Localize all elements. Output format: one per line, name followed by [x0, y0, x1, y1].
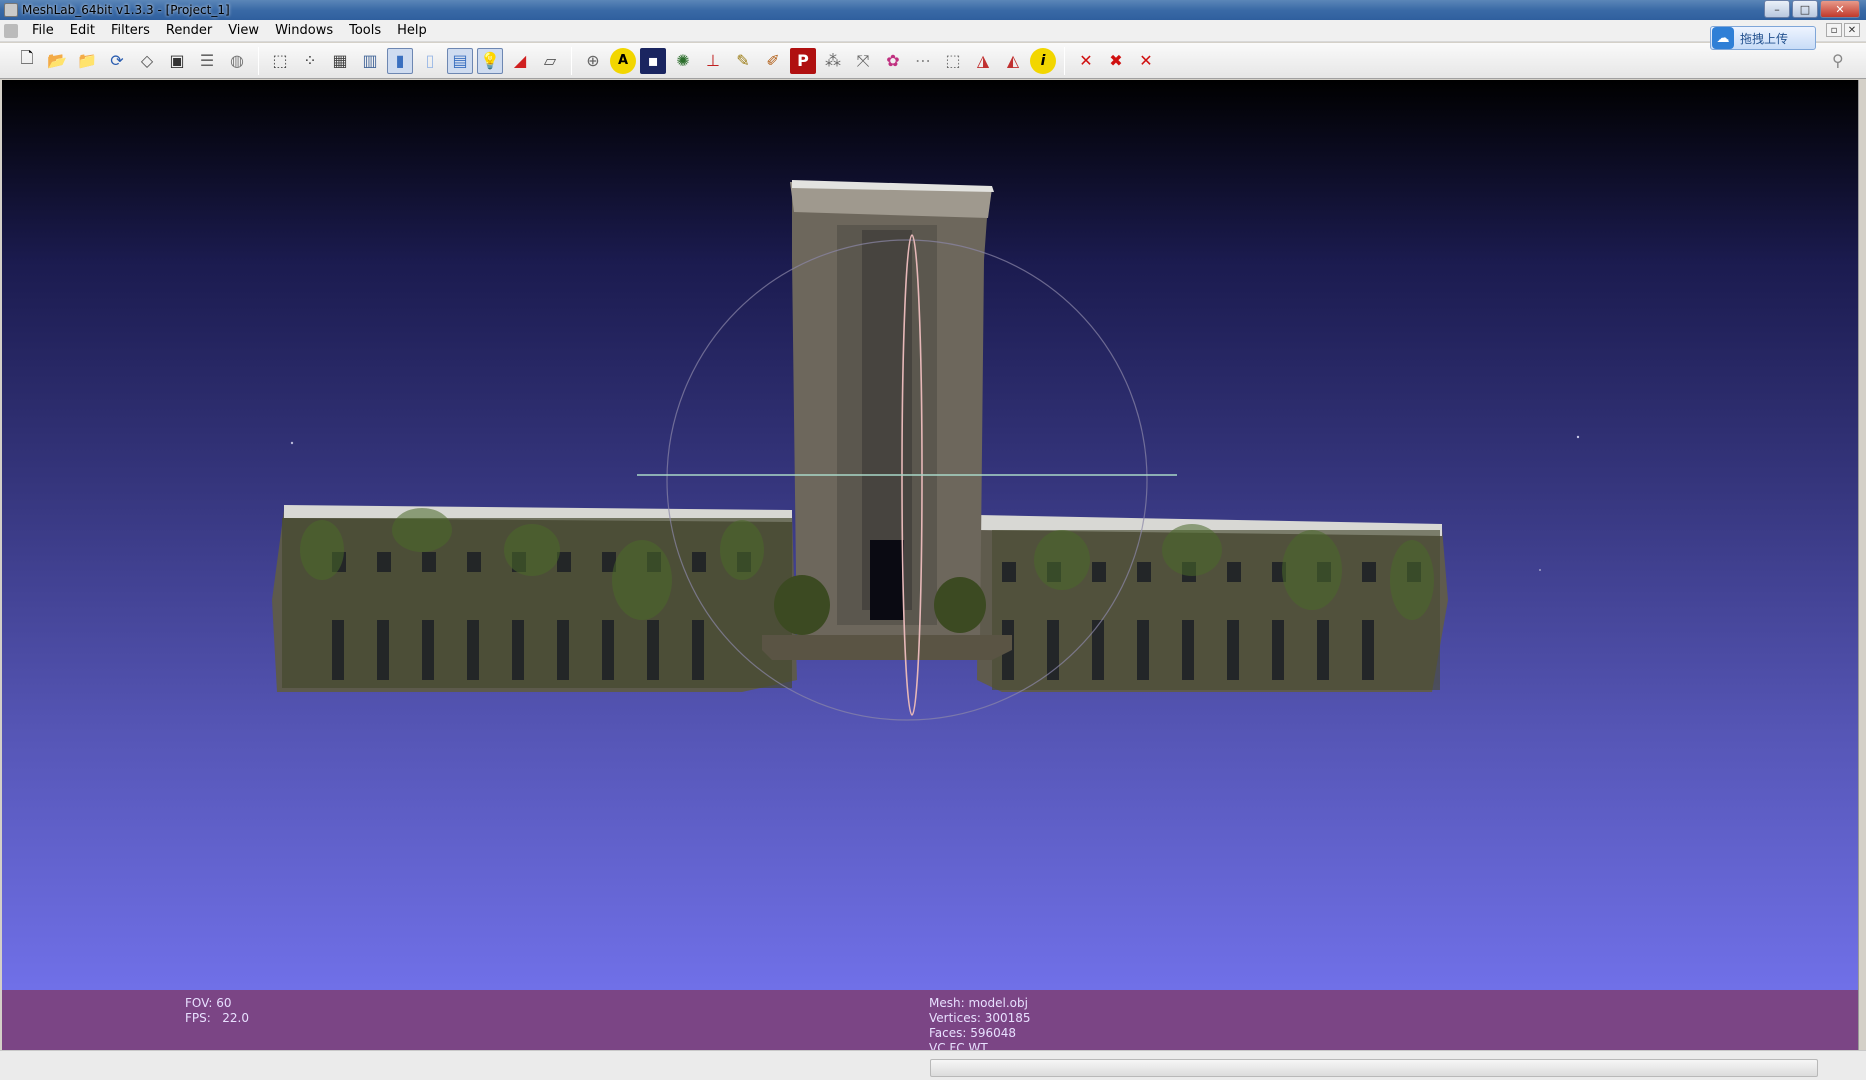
menu-file[interactable]: File	[24, 23, 62, 38]
window-title: MeshLab_64bit v1.3.3 - [Project_1]	[22, 3, 230, 17]
brush-icon[interactable]: ✐	[760, 48, 786, 74]
progress-bar	[930, 1059, 1818, 1077]
select-icon[interactable]: ⬚	[940, 48, 966, 74]
mesh-info: Mesh: model.obj Vertices: 300185 Faces: …	[929, 996, 1031, 1056]
document-window-controls: ▫ ✕	[1826, 23, 1860, 37]
reference-icon[interactable]: ⋯	[910, 48, 936, 74]
color-icon[interactable]: ✿	[880, 48, 906, 74]
menu-filters[interactable]: Filters	[103, 23, 158, 38]
points-icon[interactable]: ⁘	[297, 48, 323, 74]
fov-readout: FOV: 60	[185, 996, 232, 1010]
search-icon[interactable]: ⚲	[1832, 51, 1852, 71]
minimize-button[interactable]: –	[1764, 0, 1790, 18]
window-controls: – □ ✕	[1764, 0, 1860, 18]
menu-edit[interactable]: Edit	[62, 23, 103, 38]
face-count: Faces: 596048	[929, 1026, 1017, 1040]
delete-selection-icon[interactable]: ✕	[1073, 48, 1099, 74]
maximize-button[interactable]: □	[1792, 0, 1818, 18]
new-project-icon[interactable]: 🗋	[14, 48, 40, 74]
menu-bar: File Edit Filters Render View Windows To…	[0, 20, 1866, 42]
pick-points-icon[interactable]: P	[790, 47, 816, 74]
select-faces-icon[interactable]: ◮	[970, 48, 996, 74]
axis-icon[interactable]: ⊥	[700, 48, 726, 74]
right-dock-edge	[1858, 80, 1866, 1080]
doc-restore-button[interactable]: ▫	[1826, 23, 1842, 37]
align-icon[interactable]: ⁂	[820, 48, 846, 74]
delete-vertices-icon[interactable]: ✕	[1133, 48, 1159, 74]
texture-icon[interactable]: ▤	[447, 47, 473, 74]
drag-upload-button[interactable]: ☁ 拖拽上传	[1710, 26, 1816, 50]
export-mesh-icon[interactable]: ◇	[134, 48, 160, 74]
mesh-render	[272, 180, 1580, 721]
doc-close-button[interactable]: ✕	[1844, 23, 1860, 37]
open-project-icon[interactable]: 📂	[44, 48, 70, 74]
close-button[interactable]: ✕	[1820, 0, 1860, 18]
3d-viewport[interactable]	[2, 80, 1858, 990]
import-mesh-icon[interactable]: 📁	[74, 48, 100, 74]
trackball-icon[interactable]: ⊕	[580, 48, 606, 74]
menu-view[interactable]: View	[220, 23, 267, 38]
paint-icon[interactable]: ✎	[730, 48, 756, 74]
vertex-count: Vertices: 300185	[929, 1011, 1031, 1025]
sphere-icon[interactable]: ✺	[670, 48, 696, 74]
light-icon[interactable]: 💡	[477, 47, 503, 74]
toolbar-separator	[1064, 46, 1065, 75]
flat-shading-icon[interactable]: ▮	[387, 47, 413, 74]
backface-icon[interactable]: ▱	[537, 48, 563, 74]
menu-windows[interactable]: Windows	[267, 23, 341, 38]
meshlab-app-icon[interactable]	[4, 3, 18, 17]
fps-readout: FPS: 22.0	[185, 1011, 249, 1025]
hidden-lines-icon[interactable]: ▥	[357, 48, 383, 74]
building-tower	[762, 180, 1012, 660]
view-info: FOV: 60 FPS: 22.0	[185, 996, 249, 1026]
snapshot-icon[interactable]: ▣	[164, 48, 190, 74]
title-bar: MeshLab_64bit v1.3.3 - [Project_1] – □ ✕	[0, 0, 1866, 20]
info-overlay: FOV: 60 FPS: 22.0 Mesh: model.obj Vertic…	[2, 990, 1858, 1055]
annotation-icon[interactable]: A	[610, 47, 636, 74]
toolbar-separator	[571, 46, 572, 75]
fancy-light-icon[interactable]: ◢	[507, 48, 533, 74]
mesh-name: Mesh: model.obj	[929, 996, 1028, 1010]
layers-icon[interactable]: ☰	[194, 48, 220, 74]
menu-render[interactable]: Render	[158, 23, 220, 38]
document-menu-icon[interactable]	[4, 23, 18, 38]
toolbar-separator	[258, 46, 259, 75]
bbox-icon[interactable]: ⬚	[267, 48, 293, 74]
reload-icon[interactable]: ⟳	[104, 48, 130, 74]
delete-faces-icon[interactable]: ✖	[1103, 48, 1129, 74]
smooth-shading-icon[interactable]: ▯	[417, 48, 443, 74]
measure-icon[interactable]: ⤧	[850, 48, 876, 74]
menu-tools[interactable]: Tools	[341, 23, 389, 38]
cloud-icon: ☁	[1712, 27, 1734, 49]
menu-help[interactable]: Help	[389, 23, 435, 38]
main-toolbar: 🗋 📂 📁 ⟳ ◇ ▣ ☰ ◍ ⬚ ⁘ ▦ ▥ ▮ ▯ ▤ 💡 ◢ ▱ ⊕ A …	[0, 43, 1866, 79]
raster-icon[interactable]: ▪	[640, 47, 666, 74]
info-icon[interactable]: i	[1030, 47, 1056, 74]
drag-upload-label: 拖拽上传	[1740, 31, 1789, 46]
wireframe-icon[interactable]: ▦	[327, 48, 353, 74]
select-vertices-icon[interactable]: ◭	[1000, 48, 1026, 74]
status-bar	[0, 1050, 1866, 1080]
mesh-icon[interactable]: ◍	[224, 48, 250, 74]
